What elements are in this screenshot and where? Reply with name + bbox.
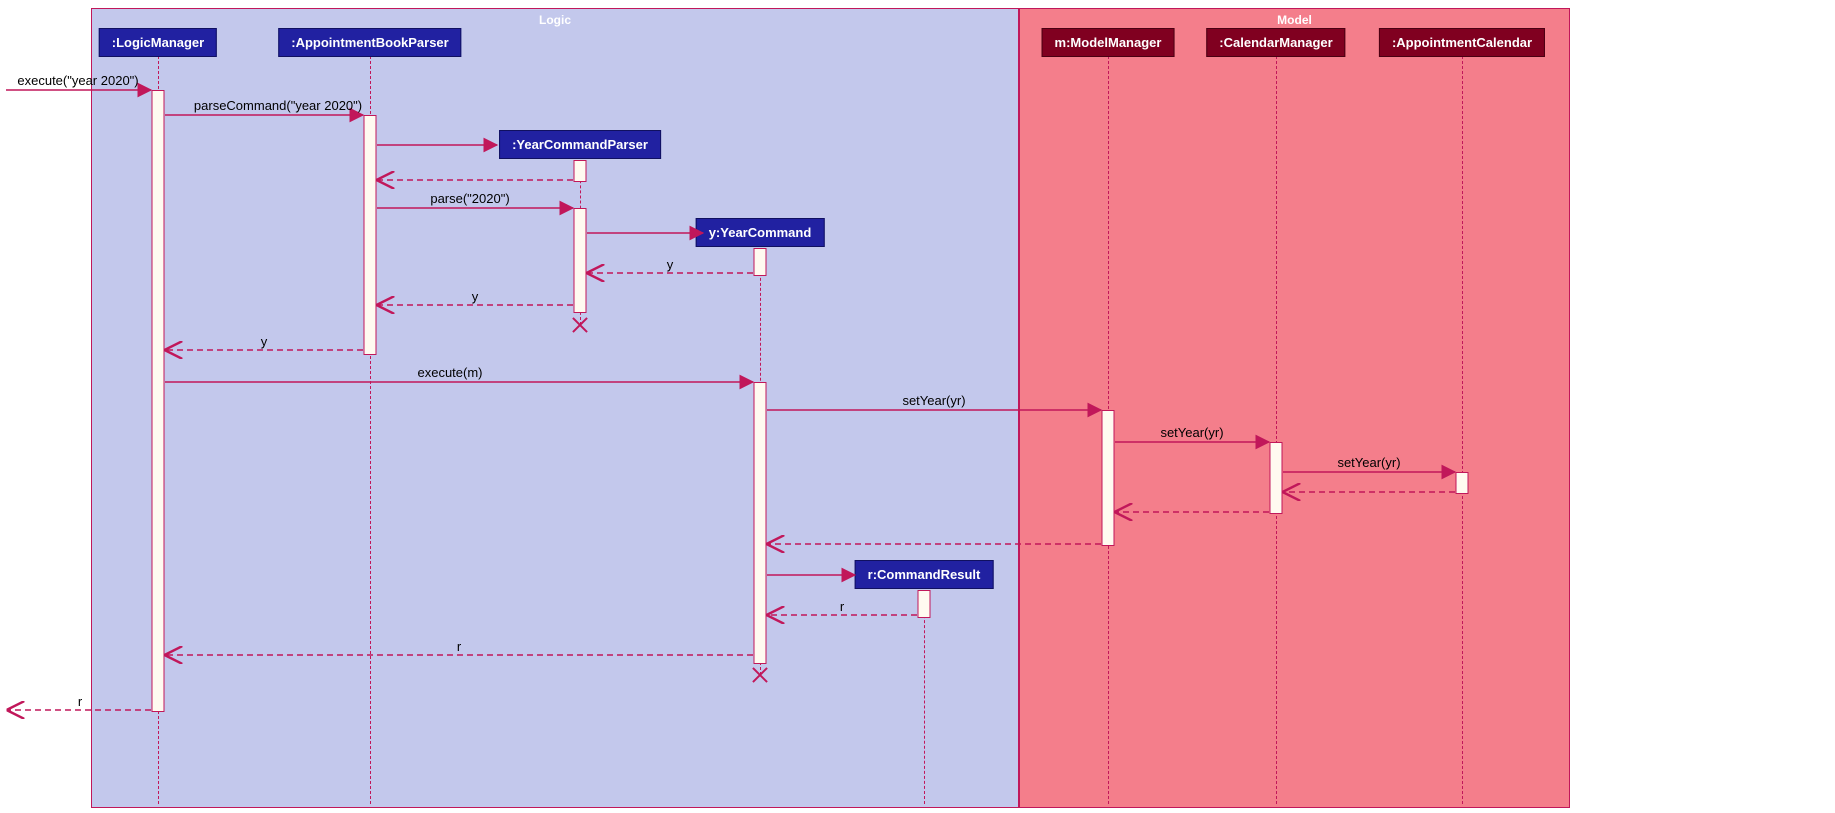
label-m10: setYear(yr) [902,393,965,408]
label-m6: y [667,257,674,272]
lifeline-command-result [924,590,925,804]
label-m2: parseCommand("year 2020") [194,98,362,113]
participant-year-cmd-parser: :YearCommandParser [499,130,661,159]
activation-appt-calendar [1456,472,1469,494]
label-m18: r [78,694,82,709]
activation-appt-book-parser [364,115,377,355]
label-m11: setYear(yr) [1160,425,1223,440]
frame-model-title: Model [1277,13,1312,27]
label-m9: execute(m) [417,365,482,380]
activation-logic-manager [152,90,165,712]
lifeline-calendar-manager [1276,56,1277,804]
participant-logic-manager: :LogicManager [99,28,217,57]
label-m8: y [261,334,268,349]
frame-logic-title: Logic [539,13,571,27]
sequence-diagram: Logic Model :LogicManager :AppointmentBo… [0,0,1835,813]
participant-appointment-calendar: :AppointmentCalendar [1379,28,1545,57]
participant-year-command: y:YearCommand [696,218,825,247]
activation-year-cmd-parser-2 [574,208,587,313]
frame-logic: Logic [91,8,1019,808]
participant-calendar-manager: :CalendarManager [1206,28,1345,57]
participant-command-result: r:CommandResult [855,560,994,589]
destroy-year-command [750,665,770,685]
activation-year-command-1 [754,248,767,276]
lifeline-appointment-calendar [1462,56,1463,804]
label-m17: r [457,639,461,654]
label-m16: r [840,599,844,614]
activation-year-command-2 [754,382,767,664]
participant-model-manager: m:ModelManager [1042,28,1175,57]
activation-model-manager [1102,410,1115,546]
label-m7: y [472,289,479,304]
label-m4: parse("2020") [430,191,509,206]
activation-year-cmd-parser-1 [574,160,587,182]
frame-model: Model [1019,8,1570,808]
activation-command-result [918,590,931,618]
destroy-year-cmd-parser [570,315,590,335]
label-m1: execute("year 2020") [17,73,138,88]
activation-calendar-manager [1270,442,1283,514]
label-m12: setYear(yr) [1337,455,1400,470]
participant-appt-book-parser: :AppointmentBookParser [278,28,461,57]
